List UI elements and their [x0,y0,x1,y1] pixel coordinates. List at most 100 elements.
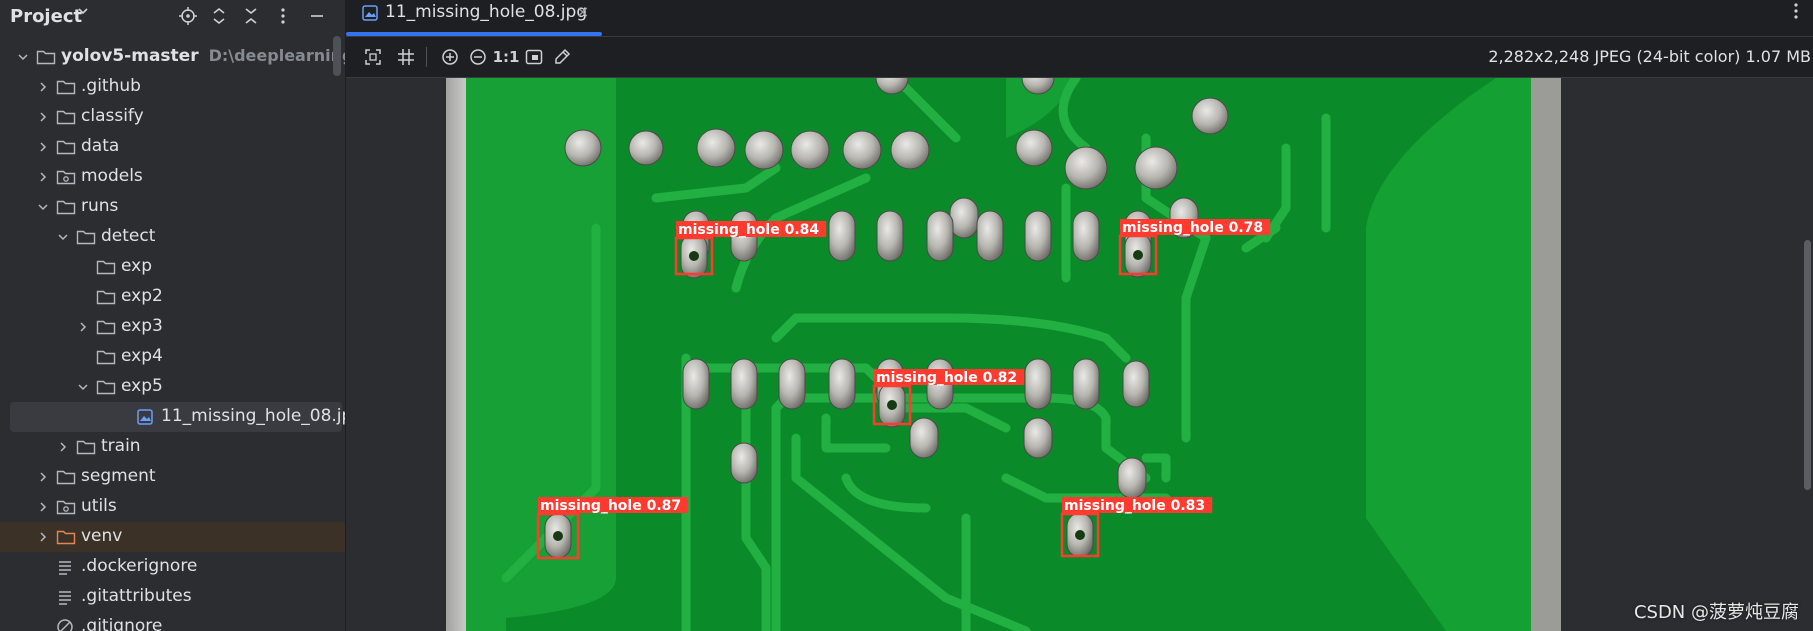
project-panel-title[interactable]: Project [10,6,82,27]
zoom-in-icon[interactable] [438,45,462,69]
chevron-right-icon[interactable] [76,320,90,334]
tree-item[interactable]: utils [0,492,345,522]
tree-item[interactable]: train [0,432,345,462]
chevron-down-icon[interactable] [56,230,70,244]
tree-item[interactable]: .dockerignore [0,552,345,582]
folder-icon [36,48,56,66]
tree-item-label: .gitattributes [81,586,192,606]
panel-scrollbar[interactable] [333,36,341,76]
solder-pad [1024,358,1052,410]
folder-icon [76,438,96,456]
package-folder-icon [56,168,76,186]
solder-pad [564,129,602,167]
tree-item-text: exp [121,256,153,276]
tree-item[interactable]: venv [0,522,345,552]
tree-item-label: utils [81,496,117,516]
toolbar-separator [426,47,427,67]
locate-icon[interactable] [176,4,200,28]
missing-hole [1133,250,1143,260]
solder-pad [1117,457,1147,499]
tree-item-label: .dockerignore [81,556,197,576]
chevron-right-icon[interactable] [36,470,50,484]
solder-pad [730,442,758,484]
chevron-right-icon[interactable] [36,170,50,184]
solder-pad [1191,97,1229,135]
chevron-down-icon[interactable] [76,4,90,22]
tree-item-label: exp5 [121,376,163,396]
tab-image-file[interactable]: 11_missing_hole_08.jpg × [346,0,602,36]
image-toolbar: 1:1 2,282x2,248 JPEG (24-bit color) 1.07… [346,37,1813,78]
tree-item[interactable]: .github [0,72,345,102]
tree-item-label: 11_missing_hole_08.jpg [161,406,345,426]
tree-item-label: train [101,436,141,456]
tree-item[interactable]: models [0,162,345,192]
tree-item[interactable]: yolov5-master D:\deeplearning_pro [0,42,345,72]
tree-item[interactable]: exp4 [0,342,345,372]
chevron-down-icon[interactable] [16,50,30,64]
tree-item-text: exp4 [121,346,163,366]
tree-item-text: segment [81,466,156,486]
missing-hole [689,251,699,261]
editor-tab-bar: 11_missing_hole_08.jpg × [346,0,1813,37]
detection-label: missing_hole 0.84 [678,222,819,238]
options-icon[interactable] [271,4,295,28]
tree-item-text: .gitattributes [81,586,192,606]
chevron-right-icon[interactable] [36,500,50,514]
tree-item[interactable]: exp2 [0,282,345,312]
text-file-icon [56,588,76,606]
collapse-all-icon[interactable] [239,4,263,28]
tree-item-text: detect [101,226,156,246]
project-panel-header: Project [0,0,345,36]
tree-item[interactable]: classify [0,102,345,132]
more-options-icon[interactable] [1793,2,1799,25]
background-icon[interactable] [522,45,546,69]
solder-pad [1122,360,1150,408]
folder-icon [56,78,76,96]
viewport-scrollbar[interactable] [1804,240,1811,490]
chevron-right-icon[interactable] [56,440,70,454]
chevron-right-icon[interactable] [36,80,50,94]
tree-item[interactable]: exp3 [0,312,345,342]
active-tab-indicator [346,32,602,36]
solder-pad [744,130,784,170]
fit-to-window-icon[interactable] [361,45,385,69]
solder-pad [976,210,1004,262]
tree-item[interactable]: exp [0,252,345,282]
chevron-right-icon[interactable] [36,140,50,154]
chevron-down-icon[interactable] [76,380,90,394]
tree-item[interactable]: .gitattributes [0,582,345,612]
grid-icon[interactable] [394,45,418,69]
tree-item-text: utils [81,496,117,516]
folder-icon [96,318,116,336]
image-file-icon [136,408,156,426]
chevron-right-icon[interactable] [36,530,50,544]
tree-item[interactable]: data [0,132,345,162]
tree-item[interactable]: detect [0,222,345,252]
tree-item[interactable]: exp5 [0,372,345,402]
solder-pad [790,130,830,170]
chevron-down-icon[interactable] [36,200,50,214]
folder-icon [96,348,116,366]
expand-all-icon[interactable] [207,4,231,28]
actual-size-button[interactable]: 1:1 [493,45,520,69]
tree-item-text: runs [81,196,119,216]
image-editor: 11_missing_hole_08.jpg × 1:1 2,282x2,248… [346,0,1813,631]
tree-item[interactable]: segment [0,462,345,492]
missing-hole [553,531,563,541]
missing-hole [887,400,897,410]
project-tree: yolov5-master D:\deeplearning_pro .github c… [0,42,345,631]
tree-item-text: models [81,166,143,186]
tree-item[interactable]: runs [0,192,345,222]
project-panel: Project yolov5-master D:\deeplearning_pro… [0,0,346,631]
tree-item[interactable]: 11_missing_hole_08.jpg [10,402,345,432]
close-icon[interactable]: × [576,2,589,21]
color-picker-icon[interactable] [550,45,574,69]
solder-pad [949,197,979,239]
folder-icon [96,288,116,306]
folder-icon [56,138,76,156]
chevron-right-icon[interactable] [36,110,50,124]
tree-item-label: runs [81,196,118,216]
zoom-out-icon[interactable] [466,45,490,69]
hide-panel-icon[interactable] [305,4,329,28]
tree-item[interactable]: .gitignore [0,612,345,631]
